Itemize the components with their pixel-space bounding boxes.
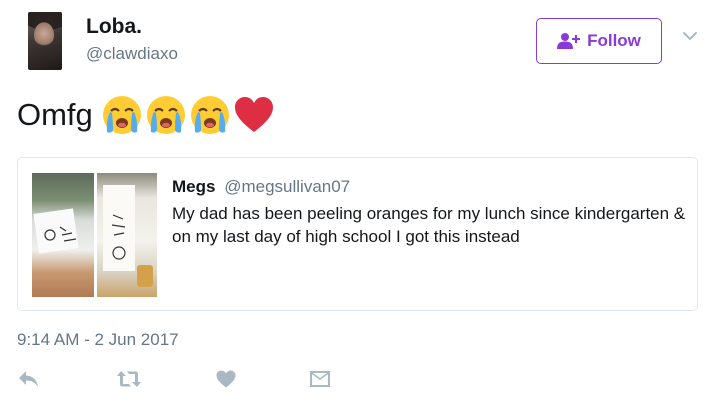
like-button[interactable]: [211, 365, 241, 393]
crying-face-icon: [190, 96, 229, 134]
crying-face-icon: [146, 96, 185, 134]
orange-object: [137, 265, 153, 287]
reply-button[interactable]: [14, 365, 44, 393]
quoted-tweet-photo-1[interactable]: [32, 173, 94, 297]
like-icon: [216, 370, 236, 388]
tweet-text: Omfg: [17, 97, 93, 132]
follow-button[interactable]: Follow: [536, 18, 662, 64]
quoted-tweet-text: My dad has been peeling oranges for my l…: [172, 204, 686, 246]
quoted-tweet-name: Megs: [172, 177, 216, 196]
tweet-timestamp[interactable]: 9:14 AM - 2 Jun 2017: [17, 330, 179, 350]
emoji-group: [101, 94, 275, 136]
scribble-drawing: [111, 214, 126, 260]
quoted-tweet-card[interactable]: Megs @megsullivan07 My dad has been peel…: [17, 157, 698, 311]
red-heart-icon: [234, 97, 273, 132]
quoted-tweet-header: Megs @megsullivan07: [172, 177, 350, 197]
avatar-face: [34, 22, 54, 48]
retweet-icon: [117, 371, 141, 387]
display-name[interactable]: Loba.: [86, 15, 142, 39]
retweet-button[interactable]: [114, 365, 144, 393]
crying-face-icon: [102, 96, 141, 134]
chevron-down-icon[interactable]: [682, 30, 698, 42]
direct-message-button[interactable]: [305, 365, 335, 393]
avatar[interactable]: [28, 12, 62, 70]
user-handle[interactable]: @clawdiaxo: [86, 44, 178, 64]
tweet-text-row: Omfg: [17, 94, 275, 136]
action-bar: [0, 365, 715, 395]
scribble-drawing: [44, 226, 77, 242]
add-user-icon: [557, 33, 581, 49]
follow-button-label: Follow: [587, 31, 641, 50]
quoted-tweet-handle: @megsullivan07: [224, 177, 351, 196]
direct-message-icon: [310, 371, 330, 387]
reply-icon: [19, 371, 38, 387]
quoted-tweet-photo-2[interactable]: [97, 173, 157, 297]
